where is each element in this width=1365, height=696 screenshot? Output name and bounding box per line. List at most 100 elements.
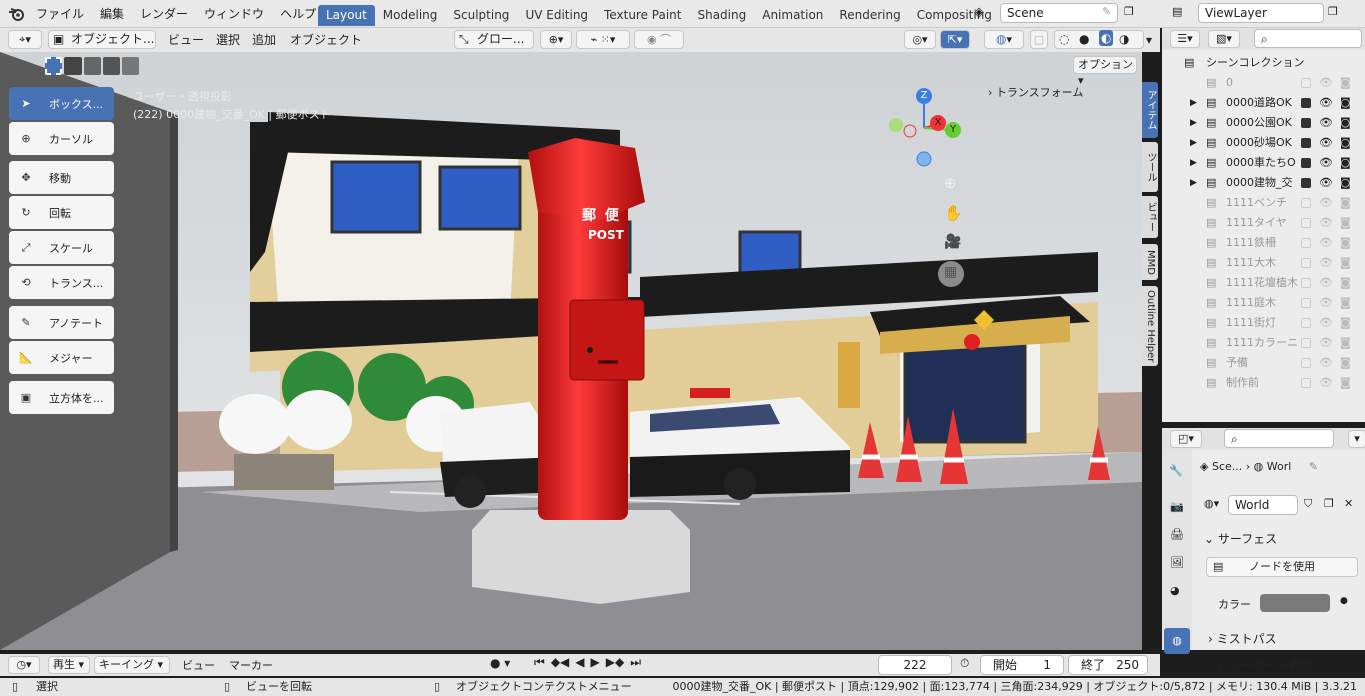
eye-icon[interactable]: 👁	[1319, 253, 1333, 273]
perspective-toggle-icon[interactable]: ▦	[944, 264, 957, 280]
camera-icon[interactable]: ◙	[1340, 93, 1351, 113]
output-tab-icon[interactable]: 🖨	[1170, 528, 1184, 541]
expand-arrow-icon[interactable]: ▶	[1190, 133, 1197, 153]
outliner-row[interactable]: ▤ 1111大木 👁 ◙	[1162, 253, 1365, 273]
unlink-world-icon[interactable]: ✕	[1344, 497, 1353, 510]
tool-scale[interactable]: ⤢ スケール	[9, 231, 114, 264]
expand-arrow-icon[interactable]: ▶	[1190, 113, 1197, 133]
select-extend-icon[interactable]	[64, 57, 82, 75]
rendered-shading-icon[interactable]: ◑	[1119, 31, 1129, 47]
solid-shading-icon[interactable]: ●	[1079, 31, 1089, 47]
scene-selector[interactable]: ◈ Scene ✎ ❐	[970, 3, 1150, 24]
outliner-row[interactable]: ▤ 予備 👁 ◙	[1162, 353, 1365, 373]
3d-viewport[interactable]: 郵 便 POST Z X Y ⊕ ✋ 🎥 ▦ ユーザー・透視投影 (222) 0…	[0, 52, 1142, 650]
exclude-checkbox[interactable]	[1301, 298, 1311, 308]
viewlayer-selector[interactable]: ▤ ViewLayer ❐	[1168, 3, 1363, 24]
outliner-row[interactable]: ▶ ▤ 0000車たちO 👁 ◙	[1162, 153, 1365, 173]
camera-icon[interactable]: ◙	[1340, 193, 1351, 213]
next-keyframe-icon[interactable]: ▶◆	[606, 655, 624, 670]
color-keyframe-dot[interactable]: ●	[1340, 596, 1348, 606]
select-mode-icons[interactable]	[45, 57, 139, 75]
camera-icon[interactable]: ◙	[1340, 293, 1351, 313]
editor-type-button[interactable]: ⌖▾	[8, 30, 42, 49]
camera-icon[interactable]: ◙	[1340, 333, 1351, 353]
blender-logo-icon[interactable]	[8, 6, 26, 22]
select-menu[interactable]: 選択	[216, 32, 240, 48]
camera-icon[interactable]: ◙	[1340, 113, 1351, 133]
shading-dropdown-icon[interactable]: ▾	[1146, 32, 1152, 48]
gizmo-x-axis[interactable]: X	[930, 115, 946, 131]
surface-panel-header[interactable]: ⌄ サーフェス	[1204, 530, 1277, 547]
play-reverse-icon[interactable]: ◀	[575, 655, 584, 670]
camera-icon[interactable]: ◙	[1340, 373, 1351, 393]
expand-arrow-icon[interactable]: ▶	[1190, 153, 1197, 173]
play-icon[interactable]: ▶	[591, 655, 600, 670]
camera-icon[interactable]: ◙	[1340, 133, 1351, 153]
camera-icon[interactable]: ◙	[1340, 273, 1351, 293]
select-invert-icon[interactable]	[102, 57, 120, 75]
camera-icon[interactable]: ◙	[1340, 73, 1351, 93]
exclude-checkbox[interactable]	[1301, 138, 1311, 148]
eye-icon[interactable]: 👁	[1319, 353, 1333, 373]
playback-dropdown[interactable]: 再生 ▾	[48, 656, 90, 674]
exclude-checkbox[interactable]	[1301, 278, 1311, 288]
tool-add-cube[interactable]: ▣ 立方体を...	[9, 381, 114, 414]
view-layer-tab-icon[interactable]: 🖼	[1170, 556, 1184, 569]
tool-move[interactable]: ✥ 移動	[9, 161, 114, 194]
stopwatch-icon[interactable]: ⏱	[960, 656, 969, 671]
auto-keying-toggle[interactable]: ● ▾	[490, 656, 510, 670]
proportional-edit[interactable]: ◉ ⌒	[634, 30, 684, 49]
end-frame-field[interactable]: 終了 250	[1068, 655, 1148, 675]
exclude-checkbox[interactable]	[1301, 258, 1311, 268]
select-new-icon[interactable]	[45, 57, 63, 75]
eye-icon[interactable]: 👁	[1319, 233, 1333, 253]
fake-user-icon[interactable]: ⛉	[1304, 497, 1312, 511]
camera-icon[interactable]: ◙	[1340, 353, 1351, 373]
exclude-checkbox[interactable]	[1301, 218, 1311, 228]
new-viewlayer-icon[interactable]: ❐	[1328, 5, 1338, 18]
tab-modeling[interactable]: Modeling	[375, 5, 446, 26]
outliner-row[interactable]: ▶ ▤ 0000建物_交 👁 ◙	[1162, 173, 1365, 193]
scene-name-field[interactable]: Scene	[1000, 3, 1118, 23]
exclude-checkbox[interactable]	[1301, 158, 1311, 168]
eye-icon[interactable]: 👁	[1319, 153, 1333, 173]
world-browse-icon[interactable]: ◍▾	[1204, 497, 1219, 510]
exclude-checkbox[interactable]	[1301, 318, 1311, 328]
tool-transform[interactable]: ⟲ トランス...	[9, 266, 114, 299]
sidebar-tab-0[interactable]: アイテム	[1142, 82, 1158, 138]
material-shading-icon[interactable]: ◐	[1099, 30, 1114, 46]
eye-icon[interactable]: 👁	[1319, 73, 1333, 93]
camera-icon[interactable]: ◙	[1340, 213, 1351, 233]
tab-shading[interactable]: Shading	[689, 5, 754, 26]
gizmo-z-axis[interactable]: Z	[916, 88, 932, 104]
eye-icon[interactable]: 👁	[1319, 313, 1333, 333]
jump-start-icon[interactable]: ⏮	[534, 655, 545, 670]
gizmo-y-axis[interactable]: Y	[945, 122, 961, 138]
select-subtract-icon[interactable]	[83, 57, 101, 75]
eye-icon[interactable]: 👁	[1319, 333, 1333, 353]
tool-select-box[interactable]: ➤ ボックス...	[9, 87, 114, 120]
camera-view-icon[interactable]: 🎥	[944, 234, 961, 250]
expand-arrow-icon[interactable]: ▶	[1190, 173, 1197, 193]
world-color-swatch[interactable]	[1260, 594, 1330, 612]
sidebar-tab-4[interactable]: Outline Helper	[1142, 286, 1158, 366]
world-selector[interactable]: ◍▾ World ⛉ ❐ ✕	[1200, 495, 1364, 515]
zoom-icon[interactable]: ⊕	[944, 174, 957, 192]
orientation-selector[interactable]: ⤡ グロー...	[454, 30, 534, 49]
outliner-search-input[interactable]: ⌕	[1254, 29, 1362, 48]
sidebar-tab-3[interactable]: MMD	[1142, 244, 1158, 280]
tab-texture-paint[interactable]: Texture Paint	[596, 5, 689, 26]
tab-layout[interactable]: Layout	[318, 5, 375, 26]
tool-cursor[interactable]: ⊕ カーソル	[9, 122, 114, 155]
display-mode-dropdown[interactable]: ▧▾	[1208, 30, 1240, 48]
current-frame-field[interactable]: 222	[878, 655, 952, 675]
tool-annotate[interactable]: ✎ アノテート	[9, 306, 114, 339]
tool-tab-icon[interactable]: 🔧	[1169, 464, 1183, 477]
outliner-row[interactable]: ▤ 1111ベンチ 👁 ◙	[1162, 193, 1365, 213]
outliner-row[interactable]: ▤ 1111カラーニ 👁 ◙	[1162, 333, 1365, 353]
tab-animation[interactable]: Animation	[754, 5, 831, 26]
tab-rendering[interactable]: Rendering	[831, 5, 908, 26]
outliner-row[interactable]: ▤ 1111街灯 👁 ◙	[1162, 313, 1365, 333]
use-nodes-button[interactable]: ▤ ノードを使用	[1206, 557, 1358, 577]
eye-icon[interactable]: 👁	[1319, 93, 1333, 113]
